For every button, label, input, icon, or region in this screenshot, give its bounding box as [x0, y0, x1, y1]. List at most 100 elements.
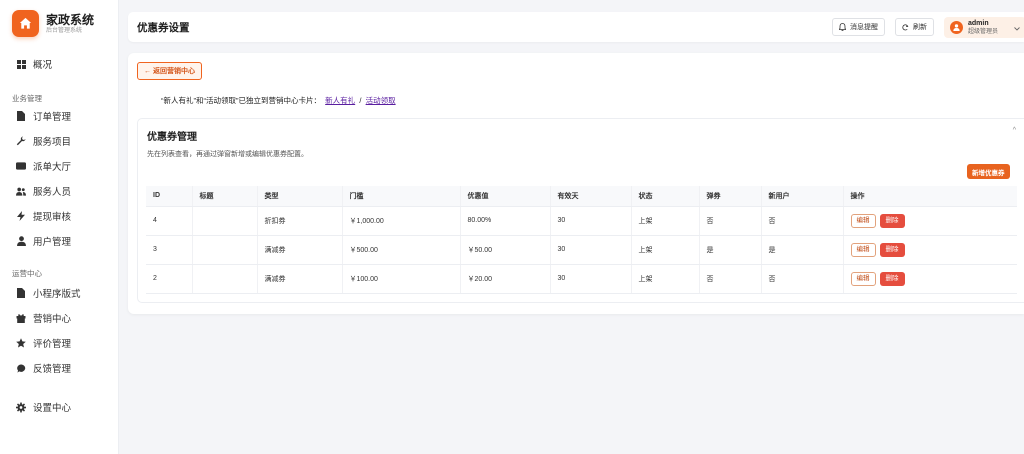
page-title: 优惠券设置 — [137, 22, 190, 34]
sidebar-item-services[interactable]: 服务项目 — [16, 134, 71, 148]
sidebar-item-label: 设置中心 — [33, 403, 72, 414]
home-icon — [12, 10, 39, 37]
coupon-panel: 优惠券管理 ^ 先在列表查看，再通过弹窗新增或编辑优惠券配置。 新增优惠券 ID… — [137, 118, 1024, 303]
sidebar-item-dispatch[interactable]: 派单大厅 — [16, 159, 71, 173]
gear-icon — [16, 402, 26, 412]
sidebar-item-miniapp[interactable]: 小程序版式 — [16, 286, 81, 300]
sidebar-item-settings[interactable]: 设置中心 — [16, 400, 71, 414]
notification-button[interactable]: 消息提醒 — [832, 18, 885, 36]
star-icon — [16, 338, 26, 348]
cell-value: 80.00% — [460, 206, 551, 236]
column-header: 类型 — [257, 186, 343, 207]
cell-new-user: 否 — [761, 264, 844, 294]
panel-title: 优惠券管理 — [147, 132, 197, 143]
avatar — [950, 21, 963, 34]
user-menu[interactable]: admin 超级管理员 — [944, 17, 1024, 38]
cell-actions: 编辑 删除 — [843, 235, 1017, 265]
column-header: 新用户 — [761, 186, 844, 207]
add-coupon-button[interactable]: 新增优惠券 — [967, 164, 1010, 179]
column-header: 门槛 — [342, 186, 461, 207]
column-header: 弹券 — [699, 186, 762, 207]
cell-value: ￥20.00 — [460, 264, 551, 294]
panel-hint: 先在列表查看，再通过弹窗新增或编辑优惠券配置。 — [147, 151, 308, 158]
chat-bubble-icon — [16, 363, 26, 373]
table-row: 3 满减券 ￥500.00 ￥50.00 30 上架 是 是 编辑 删除 — [146, 235, 1017, 265]
sidebar-item-overview[interactable]: 概况 — [16, 57, 52, 71]
cell-status: 上架 — [631, 235, 700, 265]
cell-days: 30 — [550, 264, 632, 294]
sidebar-item-label: 提现审核 — [33, 212, 72, 223]
delete-button[interactable]: 删除 — [879, 242, 905, 257]
cell-type: 满减券 — [257, 264, 343, 294]
table-header-row: ID 标题 类型 门槛 优惠值 有效天 状态 弹券 新用户 操作 — [146, 186, 1017, 207]
cell-id: 4 — [146, 206, 193, 236]
user-role: 超级管理员 — [968, 28, 999, 35]
cell-id: 3 — [146, 235, 193, 265]
bolt-icon — [16, 211, 26, 221]
collapse-toggle[interactable]: ^ — [1013, 127, 1016, 134]
table-row: 4 折扣券 ￥1,000.00 80.00% 30 上架 否 否 编辑 删除 — [146, 206, 1017, 236]
notification-label: 消息提醒 — [850, 24, 878, 31]
sidebar-item-label: 订单管理 — [33, 112, 72, 123]
sidebar-item-label: 服务项目 — [33, 137, 72, 148]
cell-status: 上架 — [631, 264, 700, 294]
cell-title — [192, 206, 258, 236]
table-row: 2 满减券 ￥100.00 ￥20.00 30 上架 否 否 编辑 删除 — [146, 264, 1017, 294]
sidebar-item-users[interactable]: 用户管理 — [16, 234, 71, 248]
column-header: ID — [146, 186, 193, 207]
column-header: 标题 — [192, 186, 258, 207]
sidebar-item-reviews[interactable]: 评价管理 — [16, 336, 71, 350]
sidebar-item-label: 派单大厅 — [33, 162, 72, 173]
notice-message: “新人有礼”和“活动领取”已独立到营销中心卡片： — [161, 96, 321, 105]
cell-type: 满减券 — [257, 235, 343, 265]
sidebar-item-label: 营销中心 — [33, 314, 72, 325]
back-to-marketing-button[interactable]: ← 返回营销中心 — [137, 62, 202, 80]
cell-actions: 编辑 删除 — [843, 206, 1017, 236]
delete-button[interactable]: 删除 — [879, 213, 905, 228]
coupon-table: ID 标题 类型 门槛 优惠值 有效天 状态 弹券 新用户 操作 4 折扣券 ￥… — [146, 186, 1017, 294]
main-card: ← 返回营销中心 “新人有礼”和“活动领取”已独立到营销中心卡片： 新人有礼 /… — [128, 53, 1024, 314]
cell-days: 30 — [550, 206, 632, 236]
gift-icon — [16, 313, 26, 323]
sidebar-item-label: 服务人员 — [33, 187, 72, 198]
delete-button[interactable]: 删除 — [879, 271, 905, 286]
sidebar-item-label: 概况 — [33, 60, 53, 71]
column-header: 操作 — [843, 186, 1017, 207]
sidebar-item-label: 评价管理 — [33, 339, 72, 350]
brand-title: 家政系统 — [46, 12, 95, 27]
edit-button[interactable]: 编辑 — [850, 242, 876, 257]
brand[interactable]: 家政系统 后台管理系统 — [12, 10, 94, 37]
sidebar-item-label: 反馈管理 — [33, 364, 72, 375]
column-header: 状态 — [631, 186, 700, 207]
user-icon — [16, 236, 26, 246]
sidebar-item-withdraw[interactable]: 提现审核 — [16, 209, 71, 223]
nav-group-business: 业务管理 — [12, 94, 42, 103]
edit-button[interactable]: 编辑 — [850, 271, 876, 286]
document-icon — [16, 111, 26, 121]
sidebar-item-orders[interactable]: 订单管理 — [16, 109, 71, 123]
notice-separator: / — [359, 96, 362, 105]
cell-threshold: ￥100.00 — [342, 264, 461, 294]
sidebar: 家政系统 后台管理系统 概况 业务管理 订单管理 服务项目 派单大厅 服务人员 … — [0, 0, 119, 454]
refresh-label: 刷新 — [913, 24, 927, 31]
users-icon — [16, 186, 26, 196]
link-activity-claim[interactable]: 活动领取 — [366, 96, 396, 105]
cell-threshold: ￥500.00 — [342, 235, 461, 265]
user-name: admin — [968, 19, 989, 27]
chevron-down-icon — [1014, 23, 1020, 33]
sidebar-item-staff[interactable]: 服务人员 — [16, 184, 71, 198]
cell-threshold: ￥1,000.00 — [342, 206, 461, 236]
sidebar-item-label: 用户管理 — [33, 237, 72, 248]
edit-button[interactable]: 编辑 — [850, 213, 876, 228]
cell-new-user: 是 — [761, 235, 844, 265]
wrench-icon — [16, 136, 26, 146]
link-new-user-gift[interactable]: 新人有礼 — [325, 96, 355, 105]
refresh-button[interactable]: 刷新 — [895, 18, 934, 36]
cell-status: 上架 — [631, 206, 700, 236]
cell-value: ￥50.00 — [460, 235, 551, 265]
sidebar-item-feedback[interactable]: 反馈管理 — [16, 361, 71, 375]
sidebar-item-marketing[interactable]: 营销中心 — [16, 311, 71, 325]
column-header: 有效天 — [550, 186, 632, 207]
sidebar-item-label: 小程序版式 — [33, 289, 81, 300]
document-icon — [16, 288, 26, 298]
